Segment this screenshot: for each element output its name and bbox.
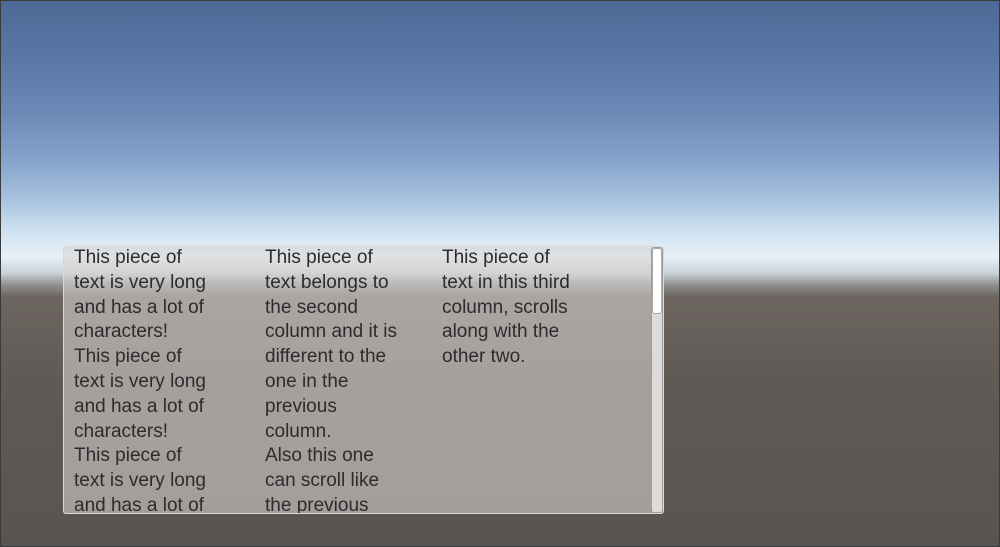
text-column-2: This piece of text belongs to the second… bbox=[265, 247, 435, 513]
text-column-1: This piece of text is very long and has … bbox=[74, 247, 254, 513]
column-1-text: This piece of text is very long and has … bbox=[74, 247, 206, 513]
scroll-view-panel[interactable]: This piece of text is very long and has … bbox=[63, 246, 664, 514]
vertical-scrollbar[interactable] bbox=[651, 247, 663, 513]
text-column-3: This piece of text in this third column,… bbox=[442, 247, 622, 513]
column-3-text: This piece of text in this third column,… bbox=[442, 247, 570, 368]
column-2-text: This piece of text belongs to the second… bbox=[265, 247, 398, 513]
game-view: This piece of text is very long and has … bbox=[0, 0, 1000, 547]
scrollbar-handle[interactable] bbox=[652, 248, 662, 314]
